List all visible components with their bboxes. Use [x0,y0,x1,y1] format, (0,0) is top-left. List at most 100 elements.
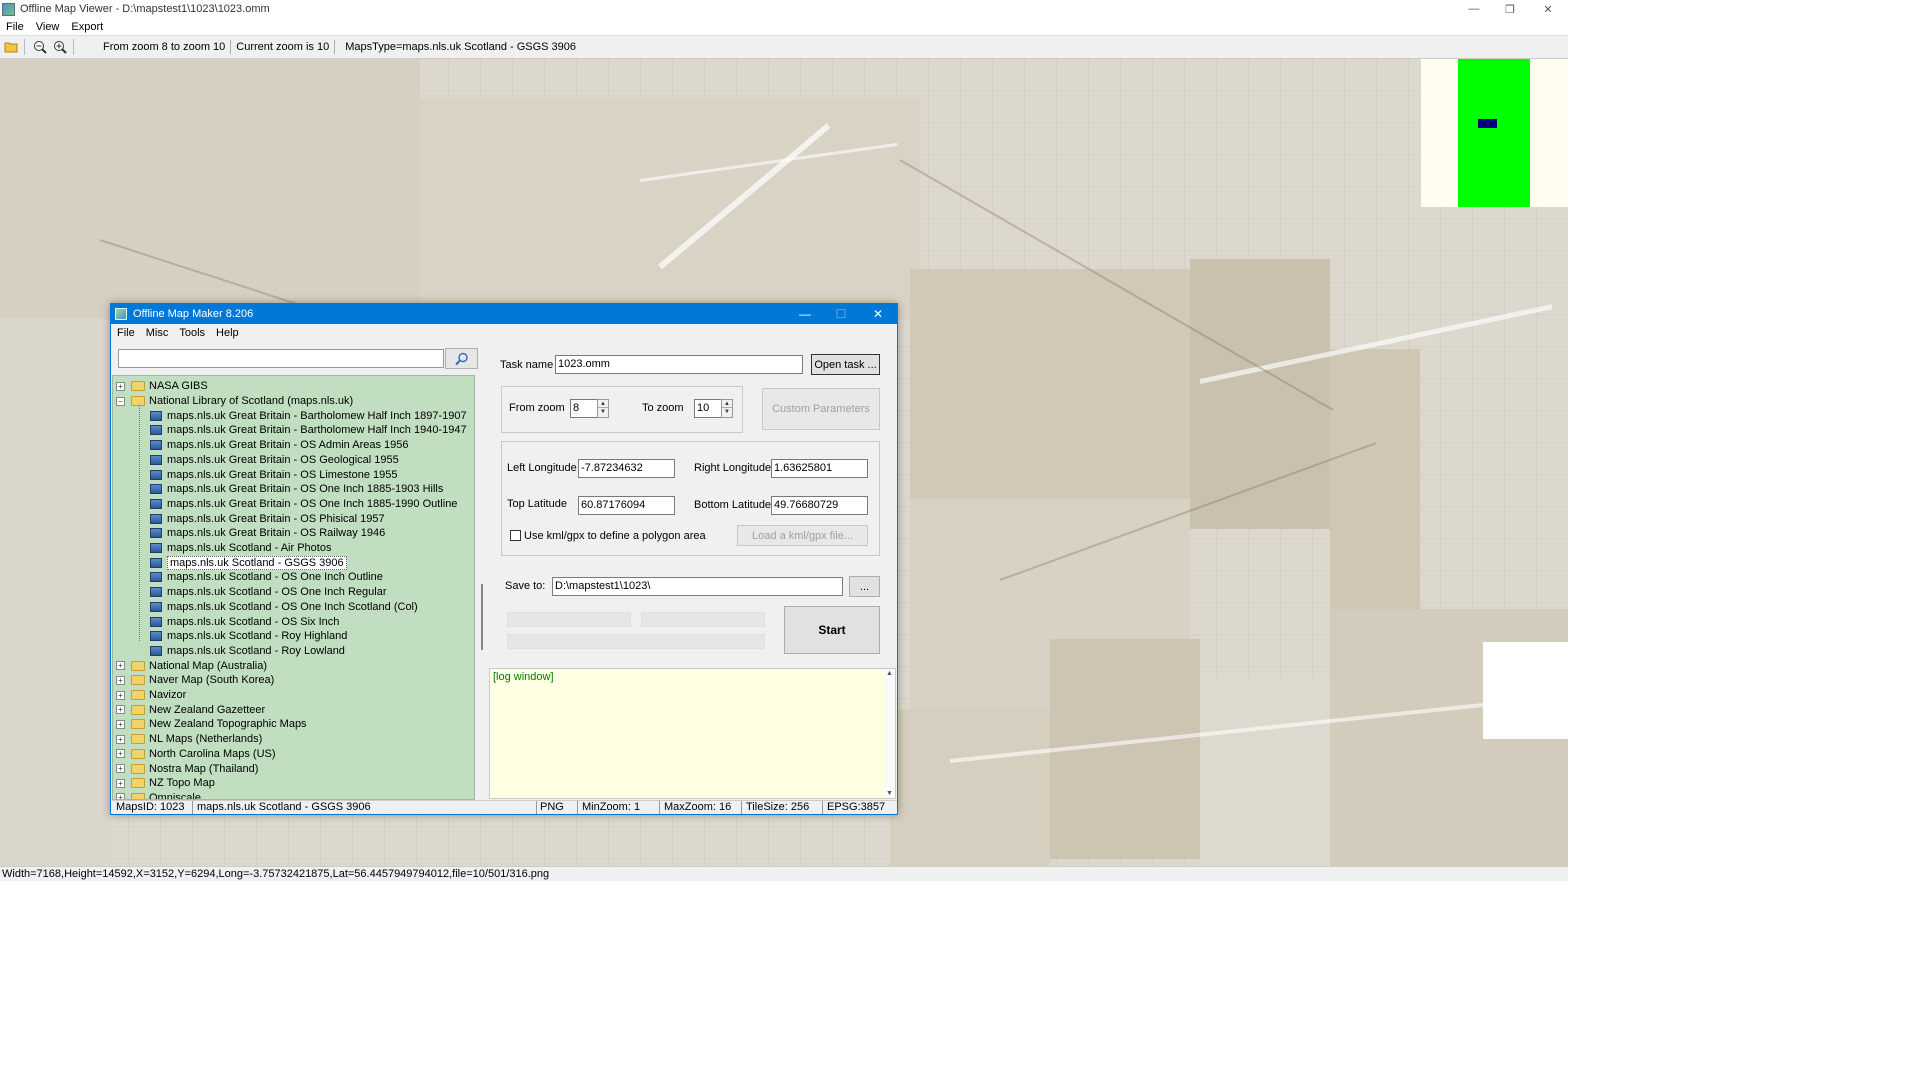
minimize-button[interactable]: — [1456,0,1492,18]
zoom-in-icon[interactable] [51,38,69,56]
tree-map-item[interactable]: maps.nls.uk Scotland - OS One Inch Regul… [150,585,387,600]
load-kml-button[interactable]: Load a kml/gpx file... [737,525,868,546]
tree-map-item[interactable]: maps.nls.uk Scotland - GSGS 3906 [150,555,347,570]
log-scrollbar[interactable]: ▲ ▼ [885,669,895,798]
kml-checkbox[interactable] [510,530,521,541]
zoom-out-icon[interactable] [31,38,49,56]
tree-item-label: maps.nls.uk Scotland - OS One Inch Regul… [167,586,387,599]
task-name-input[interactable]: 1023.omm [555,355,803,374]
kml-checkbox-label[interactable]: Use kml/gpx to define a polygon area [524,530,706,542]
tree-item-label: maps.nls.uk Scotland - Roy Highland [167,630,348,643]
top-latitude-label: Top Latitude [507,498,567,510]
menu-file[interactable]: File [0,21,30,33]
tree-map-item[interactable]: maps.nls.uk Scotland - OS One Inch Outli… [150,570,383,585]
tree-scrollbar[interactable] [481,584,483,650]
tree-map-item[interactable]: maps.nls.uk Scotland - Roy Lowland [150,644,345,659]
start-button[interactable]: Start [784,606,880,654]
bottom-latitude-input[interactable]: 49.76680729 [771,496,868,515]
tree-map-item[interactable]: maps.nls.uk Great Britain - Bartholomew … [150,423,467,438]
dialog-status-bar: MapsID: 1023 maps.nls.uk Scotland - GSGS… [112,800,897,814]
tree-map-item[interactable]: maps.nls.uk Scotland - OS One Inch Scotl… [150,600,418,615]
search-input[interactable] [118,349,444,368]
top-latitude-input[interactable]: 60.87176094 [578,496,675,515]
expand-icon[interactable]: + [116,734,125,744]
tree-map-item[interactable]: maps.nls.uk Great Britain - Bartholomew … [150,408,467,423]
tree-map-item[interactable]: maps.nls.uk Scotland - Air Photos [150,541,331,556]
expand-icon[interactable]: + [116,719,125,729]
tree-map-item[interactable]: maps.nls.uk Great Britain - OS Geologica… [150,453,399,468]
status-max-zoom: MaxZoom: 16 [660,801,742,814]
tree-folder-item[interactable]: + NZ Topo Map [116,776,215,791]
menu-view[interactable]: View [30,21,66,33]
to-zoom-input[interactable]: 10 [694,399,722,418]
custom-parameters-button[interactable]: Custom Parameters [762,388,880,430]
tree-folder-item[interactable]: − National Library of Scotland (maps.nls.… [116,394,353,409]
expand-icon[interactable]: + [116,778,125,788]
dialog-menu-misc[interactable]: Misc [140,327,174,339]
tree-item-label: maps.nls.uk Great Britain - OS Admin Are… [167,439,409,452]
from-zoom-input[interactable]: 8 [570,399,598,418]
tree-folder-item[interactable]: + Navizor [116,688,186,703]
open-task-button[interactable]: Open task ... [811,354,880,375]
tree-folder-item[interactable]: + New Zealand Topographic Maps [116,717,307,732]
dialog-maximize-button[interactable]: ☐ [823,304,859,324]
left-longitude-input[interactable]: -7.87234632 [578,459,675,478]
search-button[interactable] [445,348,478,369]
maps-tree[interactable]: + NASA GIBS − National Library of Scotland … [112,375,475,800]
tree-map-item[interactable]: maps.nls.uk Great Britain - OS Limestone… [150,467,398,482]
menu-export[interactable]: Export [65,21,109,33]
collapse-icon[interactable]: − [116,396,125,406]
tree-item-label: National Map (Australia) [149,659,267,672]
tree-map-item[interactable]: maps.nls.uk Scotland - OS Six Inch [150,614,339,629]
tree-folder-item[interactable]: + New Zealand Gazetteer [116,702,265,717]
tree-folder-item[interactable]: + Nostra Map (Thailand) [116,761,258,776]
tree-map-item[interactable]: maps.nls.uk Great Britain - OS Admin Are… [150,438,409,453]
tree-map-item[interactable]: maps.nls.uk Scotland - Roy Highland [150,629,347,644]
expand-icon[interactable]: + [116,705,125,715]
tree-map-item[interactable]: maps.nls.uk Great Britain - OS One Inch … [150,497,457,512]
map-layer-icon [150,469,162,480]
map-tile [1200,679,1330,866]
overview-coverage-area [1458,59,1530,207]
tree-map-item[interactable]: maps.nls.uk Great Britain - OS Railway 1… [150,526,385,541]
tree-item-label: maps.nls.uk Great Britain - OS Railway 1… [167,527,386,540]
tree-item-label: New Zealand Topographic Maps [149,718,307,731]
tree-map-item[interactable]: maps.nls.uk Great Britain - OS Phisical … [150,511,385,526]
save-to-input[interactable]: D:\mapstest1\1023\ [552,577,843,596]
expand-icon[interactable]: + [116,381,125,391]
dialog-close-button[interactable]: ✕ [860,304,896,324]
map-layer-icon [150,572,162,583]
dialog-menu-tools[interactable]: Tools [173,327,210,339]
expand-icon[interactable]: + [116,764,125,774]
browse-folder-button[interactable]: ... [849,576,880,597]
right-longitude-input[interactable]: 1.63625801 [771,459,868,478]
tree-folder-item[interactable]: + NL Maps (Netherlands) [116,732,262,747]
tree-folder-item[interactable]: + North Carolina Maps (US) [116,747,276,762]
scroll-down-icon[interactable]: ▼ [886,790,893,797]
tree-folder-item[interactable]: + Naver Map (South Korea) [116,673,274,688]
to-zoom-stepper[interactable]: ▲ ▼ [721,399,733,418]
expand-icon[interactable]: + [116,661,125,671]
dialog-menu-file[interactable]: File [111,327,140,339]
scroll-up-icon[interactable]: ▲ [886,670,893,677]
open-folder-icon[interactable] [2,38,20,56]
from-zoom-stepper[interactable]: ▲ ▼ [597,399,609,418]
restore-button[interactable]: ❐ [1492,0,1528,18]
log-window[interactable]: [log window] ▲ ▼ [489,668,896,799]
expand-icon[interactable]: + [116,749,125,759]
dialog-menu-help[interactable]: Help [210,327,244,339]
close-button[interactable]: ✕ [1530,0,1566,18]
dialog-minimize-button[interactable]: — [787,304,823,324]
overview-minimap[interactable] [1421,59,1568,207]
tree-item-label: NL Maps (Netherlands) [149,733,263,746]
toolbar-separator [73,39,74,55]
overview-viewport-marker[interactable] [1478,119,1497,128]
expand-icon[interactable]: + [116,690,125,700]
tree-folder-item[interactable]: + National Map (Australia) [116,658,267,673]
tree-map-item[interactable]: maps.nls.uk Great Britain - OS One Inch … [150,482,443,497]
folder-icon [131,396,145,407]
expand-icon[interactable]: + [116,675,125,685]
tree-folder-item[interactable]: + NASA GIBS [116,379,208,394]
tree-folder-item[interactable]: + Omniscale [116,791,201,799]
tree-item-label: maps.nls.uk Scotland - Roy Lowland [167,644,345,657]
